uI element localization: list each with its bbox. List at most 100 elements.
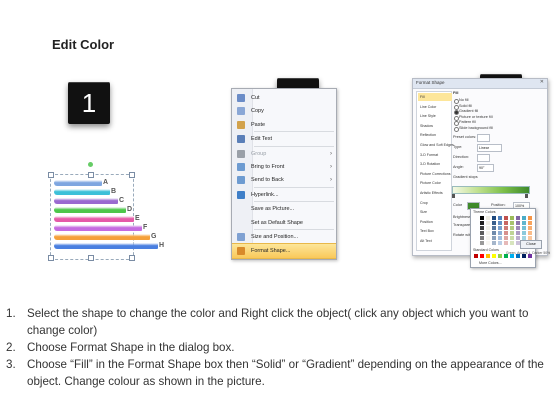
- color-swatch[interactable]: [516, 226, 520, 230]
- color-swatch[interactable]: [510, 231, 514, 235]
- menu-item-paste[interactable]: Paste: [232, 118, 336, 132]
- color-swatch[interactable]: [498, 226, 502, 230]
- dialog-nav-item[interactable]: Picture Corrections: [418, 170, 452, 178]
- color-swatch[interactable]: [474, 231, 478, 235]
- color-swatch[interactable]: [510, 226, 514, 230]
- resize-handle[interactable]: [88, 255, 94, 261]
- color-swatch[interactable]: [486, 231, 490, 235]
- color-swatch[interactable]: [528, 221, 532, 225]
- resize-handle[interactable]: [129, 172, 135, 178]
- color-swatch[interactable]: [504, 241, 508, 245]
- menu-item-save-as-picture[interactable]: Save as Picture...: [232, 202, 336, 216]
- dialog-nav-item[interactable]: 3-D Rotation: [418, 160, 452, 168]
- color-swatch[interactable]: [492, 241, 496, 245]
- color-swatch[interactable]: [480, 254, 484, 258]
- color-swatch[interactable]: [522, 221, 526, 225]
- menu-item-size-and-position[interactable]: Size and Position...: [232, 230, 336, 244]
- dialog-nav-item[interactable]: Text Box: [418, 227, 452, 235]
- rotation-handle[interactable]: [88, 162, 93, 167]
- close-icon[interactable]: ✕: [540, 79, 544, 85]
- bar-segment[interactable]: [54, 180, 102, 186]
- color-swatch[interactable]: [504, 231, 508, 235]
- menu-item-bring-to-front[interactable]: Bring to Front ›: [232, 160, 336, 174]
- color-swatch[interactable]: [480, 226, 484, 230]
- color-swatch[interactable]: [492, 216, 496, 220]
- color-swatch[interactable]: [480, 241, 484, 245]
- resize-handle[interactable]: [129, 255, 135, 261]
- dialog-nav-item[interactable]: Glow and Soft Edges: [418, 141, 454, 149]
- gradient-stop[interactable]: [452, 194, 455, 198]
- bar-segment[interactable]: [54, 189, 110, 195]
- direction-button[interactable]: [477, 154, 490, 162]
- gradient-bar[interactable]: [452, 186, 530, 194]
- dialog-nav-item[interactable]: Crop: [418, 199, 452, 207]
- dialog-nav-item[interactable]: Alt Text: [418, 237, 452, 245]
- dialog-nav-item[interactable]: Picture Color: [418, 179, 452, 187]
- color-swatch[interactable]: [474, 236, 478, 240]
- color-swatch[interactable]: [522, 226, 526, 230]
- color-swatch[interactable]: [480, 231, 484, 235]
- color-swatch[interactable]: [474, 241, 478, 245]
- color-swatch[interactable]: [480, 221, 484, 225]
- color-swatch[interactable]: [498, 231, 502, 235]
- color-swatch[interactable]: [486, 226, 490, 230]
- color-swatch[interactable]: [516, 221, 520, 225]
- dialog-nav-item[interactable]: Size: [418, 208, 452, 216]
- bar-segment[interactable]: [54, 225, 142, 231]
- color-swatch[interactable]: [498, 221, 502, 225]
- color-swatch[interactable]: [522, 216, 526, 220]
- color-swatch[interactable]: [504, 216, 508, 220]
- dialog-nav-item[interactable]: Shadow: [418, 122, 452, 130]
- dialog-nav-item[interactable]: Line Style: [418, 112, 452, 120]
- color-swatch[interactable]: [528, 231, 532, 235]
- type-select[interactable]: Linear: [477, 144, 502, 152]
- gradient-stop[interactable]: [525, 194, 528, 198]
- color-swatch[interactable]: [504, 236, 508, 240]
- color-swatch[interactable]: [498, 216, 502, 220]
- dialog-nav-item[interactable]: 3-D Format: [418, 151, 452, 159]
- resize-handle[interactable]: [88, 172, 94, 178]
- color-swatch[interactable]: [492, 254, 496, 258]
- color-swatch[interactable]: [492, 231, 496, 235]
- angle-input[interactable]: 90°: [477, 164, 494, 172]
- color-swatch[interactable]: [516, 216, 520, 220]
- dialog-nav-item[interactable]: Artistic Effects: [418, 189, 452, 197]
- color-swatch[interactable]: [486, 221, 490, 225]
- dialog-nav-item[interactable]: Position: [418, 218, 452, 226]
- color-swatch[interactable]: [474, 221, 478, 225]
- dialog-nav-item[interactable]: Fill: [418, 93, 452, 101]
- dialog-nav-item[interactable]: Reflection: [418, 131, 452, 139]
- menu-item-cut[interactable]: Cut: [232, 91, 336, 105]
- color-swatch[interactable]: [492, 221, 496, 225]
- menu-item-format-shape[interactable]: Format Shape...: [232, 243, 336, 260]
- color-swatch[interactable]: [486, 254, 490, 258]
- color-swatch[interactable]: [474, 216, 478, 220]
- color-swatch[interactable]: [510, 221, 514, 225]
- resize-handle[interactable]: [48, 255, 54, 261]
- color-swatch[interactable]: [480, 236, 484, 240]
- color-swatch[interactable]: [498, 254, 502, 258]
- color-swatch[interactable]: [486, 241, 490, 245]
- color-swatch[interactable]: [474, 254, 478, 258]
- color-swatch[interactable]: [486, 236, 490, 240]
- color-swatch[interactable]: [474, 226, 478, 230]
- color-swatch[interactable]: [528, 216, 532, 220]
- menu-item-copy[interactable]: Copy: [232, 104, 336, 118]
- menu-item-group[interactable]: Group ›: [232, 147, 336, 161]
- preset-colors-button[interactable]: [477, 134, 490, 142]
- color-swatch[interactable]: [510, 216, 514, 220]
- color-swatch[interactable]: [510, 236, 514, 240]
- bar-segment[interactable]: [54, 198, 118, 204]
- color-swatch[interactable]: [510, 241, 514, 245]
- bar-segment[interactable]: [54, 243, 158, 249]
- color-swatch[interactable]: [492, 236, 496, 240]
- bar-segment[interactable]: [54, 207, 126, 213]
- color-swatch[interactable]: [498, 241, 502, 245]
- menu-item-edit-text[interactable]: Edit Text: [232, 132, 336, 146]
- color-swatch[interactable]: [504, 221, 508, 225]
- color-swatch[interactable]: [486, 216, 490, 220]
- color-swatch[interactable]: [516, 231, 520, 235]
- color-swatch[interactable]: [504, 226, 508, 230]
- bar-segment[interactable]: [54, 234, 150, 240]
- more-colors-link[interactable]: More Colors...: [479, 261, 502, 265]
